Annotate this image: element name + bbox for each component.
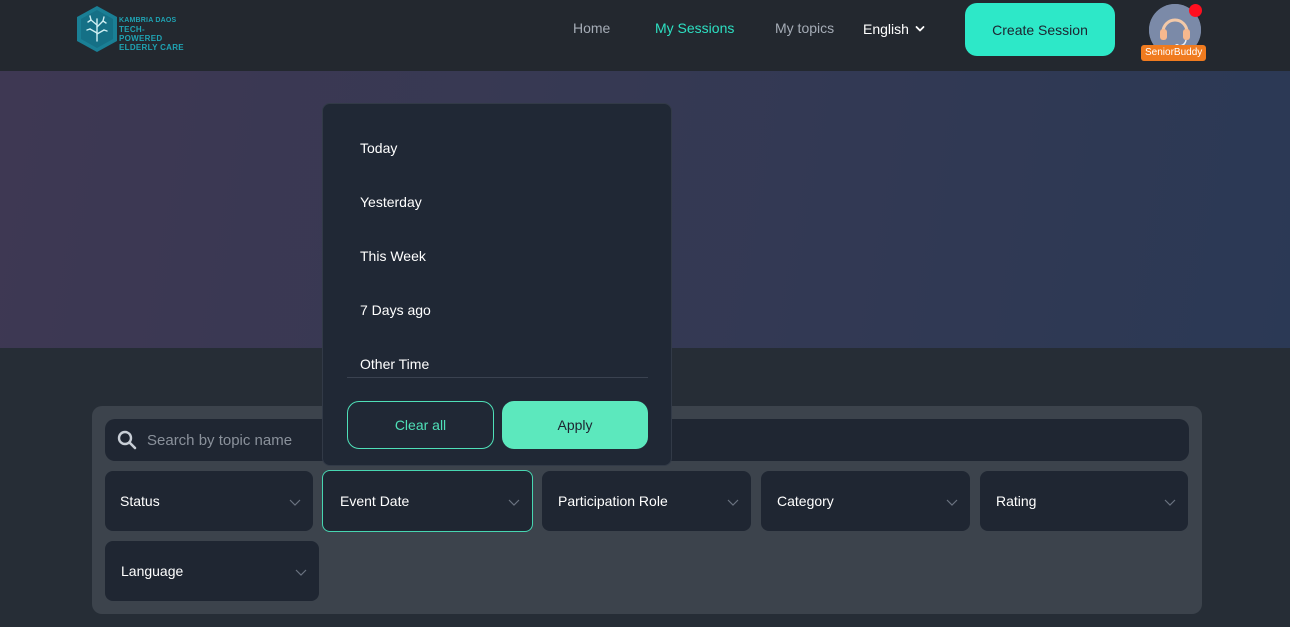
brand-wordmark: KAMBRIA DAOS TECH-POWERED ELDERLY CARE: [119, 16, 186, 52]
filter-label: Language: [121, 563, 184, 579]
language-selector[interactable]: English: [863, 21, 925, 37]
filter-language[interactable]: Language: [105, 541, 319, 601]
clear-all-button[interactable]: Clear all: [347, 401, 494, 449]
brand-tagline-2: ELDERLY CARE: [119, 43, 184, 52]
filter-event-date[interactable]: Event Date: [322, 470, 533, 532]
filter-rating[interactable]: Rating: [980, 471, 1188, 531]
tree-hexagon-logo-icon: [77, 6, 117, 52]
chevron-down-icon: [915, 26, 925, 32]
filter-label: Category: [777, 493, 834, 509]
chevron-down-icon: [1164, 499, 1176, 506]
filter-category[interactable]: Category: [761, 471, 970, 531]
brand-name: KAMBRIA DAOS: [119, 17, 177, 24]
create-session-button[interactable]: Create Session: [965, 3, 1115, 56]
top-header: KAMBRIA DAOS TECH-POWERED ELDERLY CARE H…: [0, 0, 1290, 71]
date-option-other-time[interactable]: Other Time: [360, 356, 429, 372]
nav-home[interactable]: Home: [573, 20, 610, 36]
date-option-7-days-ago[interactable]: 7 Days ago: [360, 302, 431, 318]
nav-my-sessions[interactable]: My Sessions: [655, 20, 734, 36]
username-badge[interactable]: SeniorBuddy: [1141, 45, 1207, 61]
filter-label: Participation Role: [558, 493, 668, 509]
filter-label: Event Date: [340, 493, 410, 509]
brand-tagline-1: TECH-POWERED: [119, 25, 163, 43]
brand-logo[interactable]: KAMBRIA DAOS TECH-POWERED ELDERLY CARE: [76, 5, 186, 53]
chevron-down-icon: [727, 499, 739, 506]
nav-my-topics[interactable]: My topics: [775, 20, 834, 36]
language-label: English: [863, 21, 909, 37]
date-option-today[interactable]: Today: [360, 140, 397, 156]
filter-label: Rating: [996, 493, 1037, 509]
filter-status[interactable]: Status: [105, 471, 313, 531]
filter-label: Status: [120, 493, 160, 509]
date-option-yesterday[interactable]: Yesterday: [360, 194, 422, 210]
filter-participation-role[interactable]: Participation Role: [542, 471, 751, 531]
search-icon: [117, 430, 137, 450]
chevron-down-icon: [508, 499, 520, 506]
date-option-this-week[interactable]: This Week: [360, 248, 426, 264]
dropdown-divider: [347, 377, 648, 378]
event-date-dropdown: Today Yesterday This Week 7 Days ago Oth…: [322, 103, 672, 466]
chevron-down-icon: [295, 569, 307, 576]
chevron-down-icon: [289, 499, 301, 506]
apply-button[interactable]: Apply: [502, 401, 648, 449]
notification-dot: [1189, 4, 1202, 17]
chevron-down-icon: [946, 499, 958, 506]
